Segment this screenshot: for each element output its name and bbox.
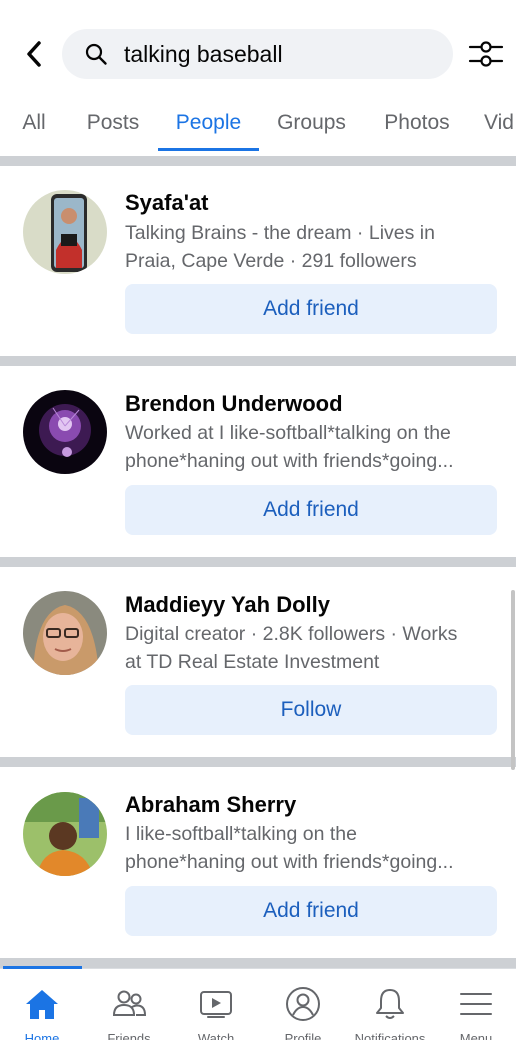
nav-friends[interactable]: Friends	[84, 969, 174, 1040]
tab-posts[interactable]: Posts	[80, 94, 146, 152]
bottom-navigation: Home Friends Watch Profile Notifications…	[0, 966, 516, 1040]
result-detail-line: Talking Brains - the dream · Lives in	[125, 222, 435, 244]
add-friend-button[interactable]: Add friend	[125, 886, 497, 936]
tab-videos[interactable]: Vid	[484, 94, 516, 152]
search-input[interactable]	[124, 29, 439, 79]
avatar[interactable]	[23, 190, 107, 274]
friends-icon	[112, 990, 147, 1016]
result-details: Talking Brains - the dream · Lives in Pr…	[125, 219, 501, 275]
result-card[interactable]: Abraham Sherry I like-softball*talking o…	[0, 767, 516, 957]
nav-label: Notifications	[354, 1031, 426, 1040]
section-divider	[0, 757, 516, 767]
scrollbar[interactable]	[511, 590, 515, 770]
menu-icon	[460, 993, 492, 1015]
result-details: Digital creator · 2.8K followers · Works…	[125, 620, 501, 676]
watch-icon	[200, 991, 232, 1018]
nav-label: Watch	[197, 1031, 235, 1040]
nav-watch[interactable]: Watch	[171, 969, 261, 1040]
nav-label: Friends	[107, 1031, 151, 1040]
bell-icon	[376, 989, 404, 1019]
result-detail-line: Praia, Cape Verde · 291 followers	[125, 250, 417, 272]
search-header	[0, 0, 516, 108]
result-details: Worked at I like-softball*talking on the…	[125, 419, 501, 475]
section-divider	[0, 356, 516, 366]
nav-label: Profile	[284, 1031, 322, 1040]
nav-home[interactable]: Home	[0, 969, 87, 1040]
result-name[interactable]: Abraham Sherry	[125, 792, 296, 818]
nav-menu[interactable]: Menu	[431, 969, 516, 1040]
avatar[interactable]	[23, 792, 107, 876]
result-detail-line: at TD Real Estate Investment	[125, 651, 380, 673]
result-name[interactable]: Syafa'at	[125, 190, 209, 216]
profile-icon	[286, 987, 320, 1021]
tab-photos[interactable]: Photos	[376, 94, 458, 152]
add-friend-button[interactable]: Add friend	[125, 485, 497, 535]
result-detail-line: phone*haning out with friends*going...	[125, 851, 454, 873]
search-box[interactable]	[62, 29, 453, 79]
result-detail-line: phone*haning out with friends*going...	[125, 450, 454, 472]
result-card[interactable]: Maddieyy Yah Dolly Digital creator · 2.8…	[0, 567, 516, 756]
nav-label: Menu	[459, 1031, 493, 1040]
section-divider	[0, 557, 516, 567]
home-icon	[26, 990, 58, 1019]
result-detail-line: I like-softball*talking on the	[125, 823, 357, 845]
avatar[interactable]	[23, 390, 107, 474]
follow-button[interactable]: Follow	[125, 685, 497, 735]
avatar[interactable]	[23, 591, 107, 675]
add-friend-button[interactable]: Add friend	[125, 284, 497, 334]
tab-people[interactable]: People	[158, 94, 259, 152]
result-detail-line: Worked at I like-softball*talking on the	[125, 422, 451, 444]
result-detail-line: Digital creator · 2.8K followers · Works	[125, 623, 458, 645]
result-name[interactable]: Brendon Underwood	[125, 391, 343, 417]
nav-profile[interactable]: Profile	[258, 969, 348, 1040]
tab-groups[interactable]: Groups	[270, 94, 353, 152]
result-card[interactable]: Brendon Underwood Worked at I like-softb…	[0, 366, 516, 556]
search-tabs: All Posts People Groups Photos Vid	[0, 94, 516, 152]
nav-notifications[interactable]: Notifications	[345, 969, 435, 1040]
section-divider	[0, 156, 516, 166]
nav-label: Home	[24, 1031, 60, 1040]
result-name[interactable]: Maddieyy Yah Dolly	[125, 592, 330, 618]
search-icon	[85, 43, 107, 65]
chevron-left-icon	[27, 41, 41, 67]
result-details: I like-softball*talking on the phone*han…	[125, 820, 501, 876]
back-button[interactable]	[18, 36, 50, 72]
active-tab-indicator	[158, 148, 259, 151]
filter-button[interactable]	[466, 38, 506, 70]
result-card[interactable]: Syafa'at Talking Brains - the dream · Li…	[0, 166, 516, 355]
filter-sliders-icon	[468, 41, 504, 67]
tab-all[interactable]: All	[10, 94, 58, 152]
